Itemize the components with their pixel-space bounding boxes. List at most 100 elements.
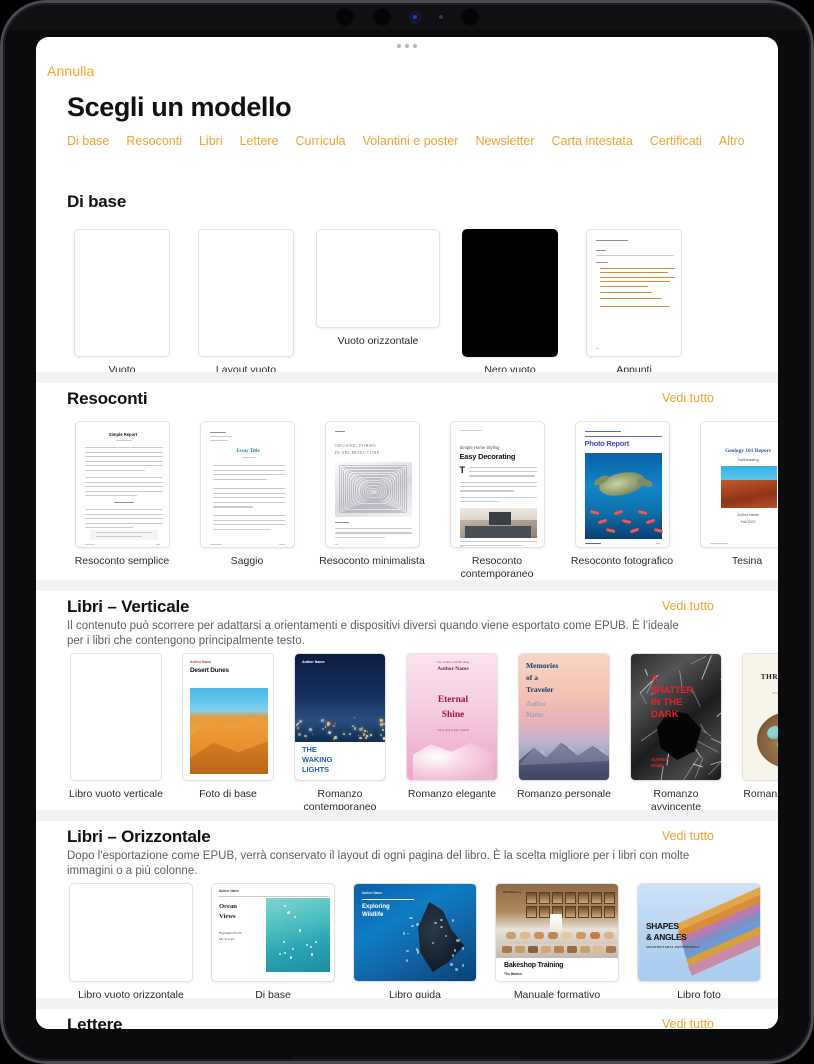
template-card[interactable]: ORGANIC FORMS IN ARCHITECTURE Resoconto mi… xyxy=(317,421,427,581)
template-card[interactable]: Simple Home Styling Easy Decorating T Resoc… xyxy=(442,421,552,581)
thumbnail-artwork xyxy=(606,946,616,953)
tab-certificati[interactable]: Certificati xyxy=(650,134,702,148)
see-all-link-lettere[interactable]: Vedi tutto xyxy=(662,1017,714,1029)
template-thumbnail[interactable] xyxy=(74,229,170,357)
template-card[interactable]: Appunti xyxy=(579,229,689,377)
tab-di-base[interactable]: Di base xyxy=(67,134,109,148)
template-thumbnail[interactable]: SHAPES & ANGLES ARCHITECTURAL PHOTOGRAPHY xyxy=(637,883,761,982)
template-card[interactable]: Author Name THE WAKING LIGHTS Romanzo contem… xyxy=(291,653,389,814)
tab-newsletter[interactable]: Newsletter xyxy=(475,134,534,148)
camera-lens-icon xyxy=(335,7,355,27)
tab-carta-intestata[interactable]: Carta intestata xyxy=(552,134,633,148)
template-thumbnail[interactable]: Author Name Ocean Views Highlights From My T… xyxy=(211,883,335,982)
template-thumbnail[interactable]: Geology 101 Report Subheading Author Name F… xyxy=(700,421,779,548)
template-row-libri-orizzontale[interactable]: Libro vuoto orizzontale Author Name Ocean V… xyxy=(67,883,778,1002)
template-thumbnail[interactable]: Simple Report xyxy=(75,421,170,548)
tab-libri[interactable]: Libri xyxy=(199,134,223,148)
template-thumbnail[interactable]: A Novel THREE TALES AUTHOR NAME xyxy=(742,653,778,781)
template-row-libri-verticale[interactable]: Libro vuoto verticale Author Name Desert D… xyxy=(67,653,778,814)
section-resoconti: Resoconti Vedi tutto Simple Report Resocont… xyxy=(36,389,778,409)
section-title: Lettere xyxy=(67,1015,747,1029)
template-row-resoconti[interactable]: Simple Report Resoconto semplice Essay Tit… xyxy=(67,421,778,581)
template-thumbnail[interactable]: 2024 Edition Bakeshop Training The Basics xyxy=(495,883,619,982)
template-card[interactable]: Memories of a Traveler Author Name Romanzo pe… xyxy=(515,653,613,814)
template-thumbnail[interactable] xyxy=(586,229,682,357)
template-card[interactable]: Libro vuoto orizzontale xyxy=(67,883,195,1002)
template-card[interactable]: Layout vuoto xyxy=(191,229,301,377)
thumbnail-artwork xyxy=(413,740,493,781)
template-thumbnail[interactable]: Memories of a Traveler Author Name xyxy=(518,653,610,781)
tab-resoconti[interactable]: Resoconti xyxy=(126,134,182,148)
template-thumbnail[interactable]: Author Name Exploring Wildlife xyxy=(353,883,477,982)
template-thumbnail[interactable]: Tips on this is add this string Author Na… xyxy=(406,653,498,781)
template-thumbnail[interactable]: Author Name THE WAKING LIGHTS xyxy=(294,653,386,781)
thumbnail-artwork xyxy=(284,905,286,907)
template-thumbnail[interactable]: Simple Home Styling Easy Decorating T xyxy=(450,421,545,548)
see-all-link-resoconti[interactable]: Vedi tutto xyxy=(662,391,714,405)
thumbnail-artwork xyxy=(450,963,453,967)
text-line xyxy=(600,268,675,269)
template-thumbnail[interactable] xyxy=(69,883,193,982)
thumbnail-artwork xyxy=(502,946,512,953)
template-thumbnail[interactable]: Author Name Desert Dunes xyxy=(182,653,274,781)
home-indicator[interactable] xyxy=(292,1056,522,1061)
thumbnail-artwork xyxy=(455,968,458,971)
text-line xyxy=(85,461,163,462)
text-line xyxy=(596,348,599,349)
template-card[interactable]: Author Name Desert Dunes Foto di base xyxy=(179,653,277,814)
thumbnail-artwork: Author Name Exploring Wildlife xyxy=(354,884,477,982)
template-thumbnail[interactable]: Essay Title xyxy=(200,421,295,548)
template-card[interactable]: RecipesSoupby AuthorStewRackLibro di ric… xyxy=(777,883,778,1002)
template-card[interactable]: Photo Report Resoconto fotografico xyxy=(567,421,677,581)
tab-volantini-e-poster[interactable]: Volantini e poster xyxy=(363,134,459,148)
template-card[interactable]: Nero vuoto xyxy=(455,229,565,377)
template-card[interactable]: Libro vuoto verticale xyxy=(67,653,165,814)
template-card[interactable]: SHAPES & ANGLES ARCHITECTURAL PHOTOGRAPHY L… xyxy=(635,883,763,1002)
template-caption: Romanzo personale xyxy=(515,788,613,801)
tab-altro[interactable]: Altro xyxy=(719,134,745,148)
text-line xyxy=(213,497,285,498)
thumbnail-artwork xyxy=(383,737,386,740)
template-card[interactable]: A SHATTER IN THE DARK AUTHOR NAME Romanzo avvi… xyxy=(627,653,725,814)
template-thumbnail[interactable]: ORGANIC FORMS IN ARCHITECTURE xyxy=(325,421,420,548)
template-card[interactable]: Vuoto orizzontale xyxy=(315,229,441,377)
see-all-link-libri-verticale[interactable]: Vedi tutto xyxy=(662,599,714,613)
thumbnail-artwork xyxy=(279,953,281,955)
category-tab-bar[interactable]: Di base Resoconti Libri Lettere Curricula Vol… xyxy=(67,134,778,148)
template-thumbnail[interactable] xyxy=(462,229,558,357)
thumbnail-artwork: A NovelTHREE TALESAUTHOR NAME xyxy=(743,654,778,781)
thumbnail-title: Simple Home Styling xyxy=(460,446,500,451)
template-thumbnail[interactable]: A SHATTER IN THE DARK AUTHOR NAME xyxy=(630,653,722,781)
template-card[interactable]: A Novel THREE TALES AUTHOR NAME Romanzo sem… xyxy=(739,653,778,814)
thumbnail-artwork: Tips on this is add this string Author Na… xyxy=(407,654,498,781)
thumbnail-title: SHAPES xyxy=(646,922,679,931)
template-thumbnail[interactable] xyxy=(198,229,294,357)
thumbnail-artwork xyxy=(454,949,456,952)
template-scroll-area[interactable]: Annulla Scegli un modello Di base Resocon… xyxy=(36,37,778,1029)
thumbnail-artwork xyxy=(552,892,563,904)
template-thumbnail[interactable]: Photo Report xyxy=(575,421,670,548)
thumbnail-title: Tap to click to add a subtitle xyxy=(407,730,498,733)
template-card[interactable]: Simple Report Resoconto semplice xyxy=(67,421,177,581)
text-line xyxy=(85,491,163,492)
template-row-di-base[interactable]: Vuoto Layout vuoto Vuoto orizzontale Nero v… xyxy=(67,229,778,377)
tab-lettere[interactable]: Lettere xyxy=(240,134,279,148)
template-card[interactable]: Essay Title Saggio xyxy=(192,421,302,581)
see-all-link-libri-orizzontale[interactable]: Vedi tutto xyxy=(662,829,714,843)
sheet-grabber[interactable] xyxy=(36,44,778,48)
tab-curricula[interactable]: Curricula xyxy=(296,134,346,148)
thumbnail-artwork xyxy=(539,906,550,918)
template-card[interactable]: Tips on this is add this string Author Na… xyxy=(403,653,501,814)
thumbnail-artwork xyxy=(349,733,351,735)
text-line xyxy=(85,470,145,471)
template-card[interactable]: Author Name Exploring Wildlife Libro guida xyxy=(351,883,479,1002)
crack-line xyxy=(660,766,663,781)
cancel-button[interactable]: Annulla xyxy=(47,63,94,79)
template-card[interactable]: 2024 Edition Bakeshop Training The Basics M… xyxy=(493,883,621,1002)
template-card[interactable]: Geology 101 Report Subheading Author Name F… xyxy=(692,421,778,581)
template-card[interactable]: Vuoto xyxy=(67,229,177,377)
text-line xyxy=(469,471,537,472)
template-card[interactable]: Author Name Ocean Views Highlights From My T… xyxy=(209,883,337,1002)
template-thumbnail[interactable] xyxy=(316,229,440,328)
template-thumbnail[interactable] xyxy=(70,653,162,781)
